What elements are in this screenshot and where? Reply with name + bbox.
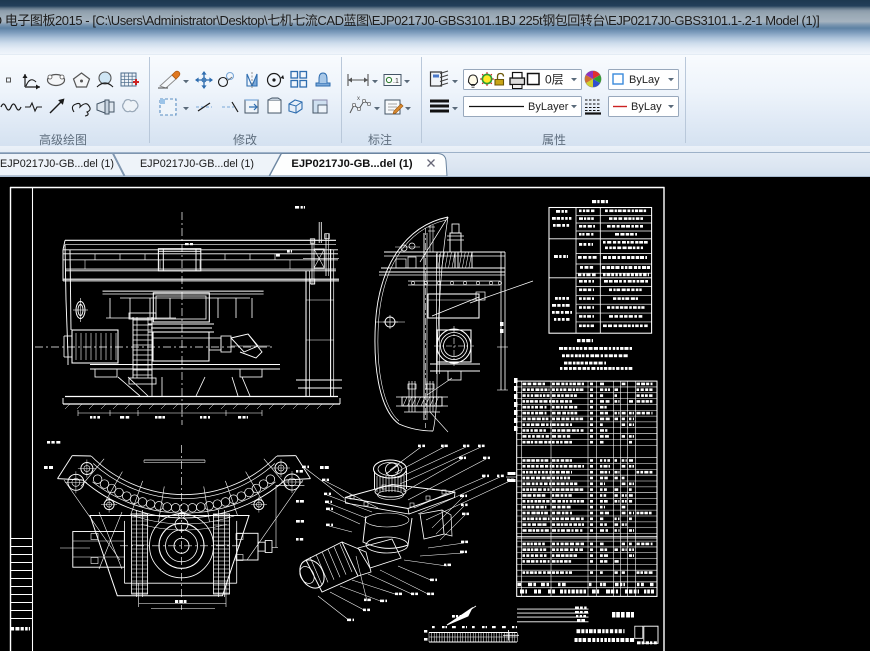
svg-text:ByLay: ByLay bbox=[629, 74, 660, 86]
svg-text:EJP0217J0-GB...del (1): EJP0217J0-GB...del (1) bbox=[291, 158, 413, 170]
svg-text:.1: .1 bbox=[393, 78, 399, 85]
svg-text:ByLayer: ByLayer bbox=[528, 101, 569, 113]
svg-text:ByLay: ByLay bbox=[631, 101, 662, 113]
svg-text:0层: 0层 bbox=[545, 73, 564, 87]
svg-text:x: x bbox=[357, 96, 360, 102]
svg-text:EJP0217J0-GB...del (1): EJP0217J0-GB...del (1) bbox=[0, 158, 114, 170]
svg-text:EJP0217J0-GB...del (1): EJP0217J0-GB...del (1) bbox=[140, 158, 254, 170]
